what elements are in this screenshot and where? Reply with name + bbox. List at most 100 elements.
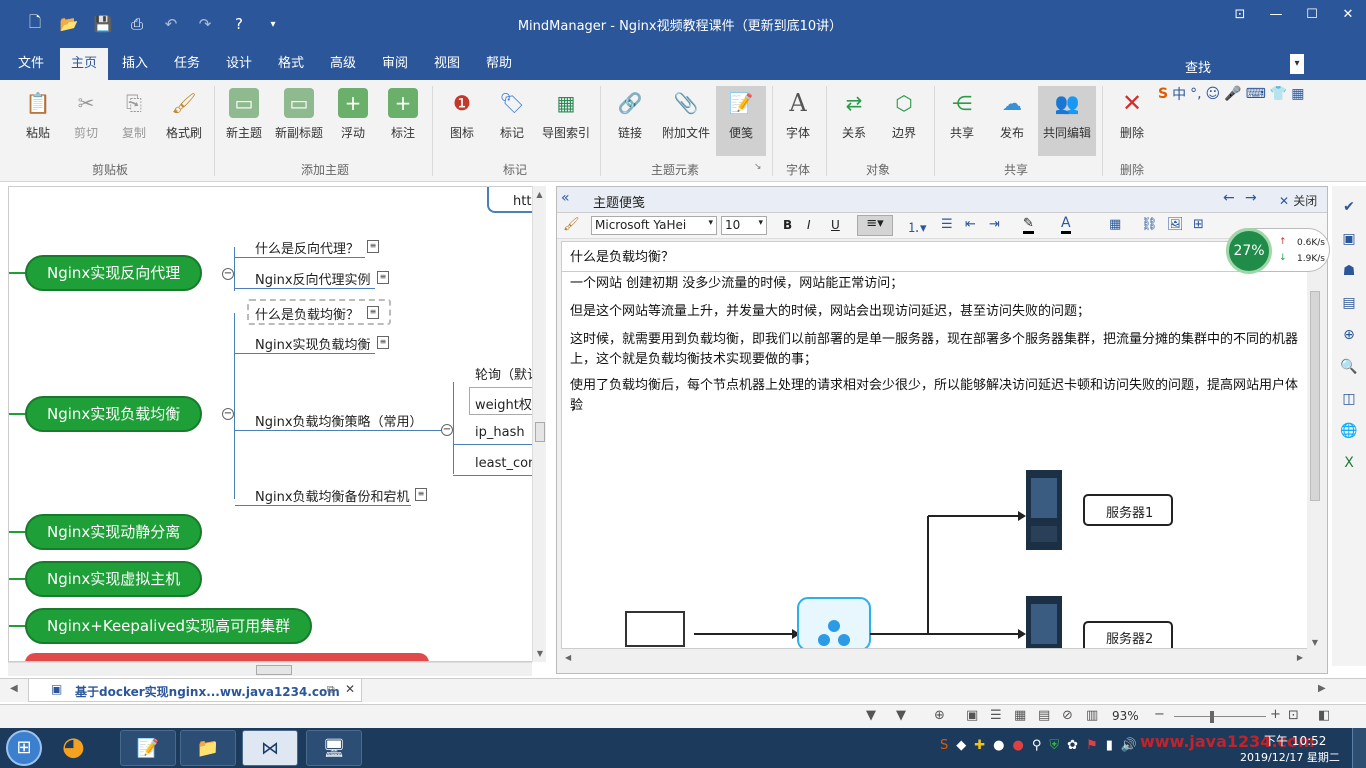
green-tray-icon[interactable]: ●	[993, 738, 1004, 753]
subtopic-lb-backup[interactable]: Nginx负载均衡备份和宕机	[255, 486, 410, 505]
voice-icon[interactable]: 🎤	[1224, 86, 1241, 102]
ribbon-display-icon[interactable]: ⊡	[1222, 0, 1258, 28]
strategy-round-robin[interactable]: 轮询（默认	[475, 364, 540, 383]
tab-help[interactable]: 帮助	[478, 48, 520, 80]
main-topic-partial[interactable]	[25, 653, 429, 661]
new-topic-button[interactable]: ▭ 新主题	[222, 88, 266, 141]
mind-map-canvas[interactable]: htt Nginx实现反向代理 Nginx实现负载均衡 Nginx实现动静分离 …	[8, 186, 546, 662]
note-icon[interactable]: ≡	[377, 271, 389, 284]
collapse-load-balancing-icon[interactable]: −	[222, 408, 234, 420]
filter-icon[interactable]: ▼	[866, 708, 876, 723]
undo-icon[interactable]: ↶	[158, 11, 184, 37]
collapse-panel-icon[interactable]: «	[561, 190, 570, 206]
zoom-level[interactable]: 93%	[1112, 709, 1139, 723]
dialog-launcher-icon[interactable]: ↘	[754, 162, 762, 172]
highlight-color-icon[interactable]: ✎	[1023, 216, 1034, 234]
next-note-icon[interactable]: →	[1245, 190, 1257, 206]
cut-button[interactable]: ✂ 剪切	[66, 88, 106, 141]
minimize-button[interactable]: —	[1258, 0, 1294, 28]
map-horizontal-scrollbar[interactable]	[8, 662, 532, 676]
outline-view-icon[interactable]: ☰	[990, 708, 1002, 723]
bullet-list-icon[interactable]: ☰	[941, 217, 953, 232]
taskbar-app-notepad[interactable]: 📝	[120, 730, 176, 766]
panel-toggle-icon[interactable]: ◧	[1318, 708, 1330, 723]
close-tab-icon[interactable]: ✕	[345, 682, 355, 696]
font-button[interactable]: A 字体	[778, 88, 818, 141]
tag-button[interactable]: 🏷 标记	[492, 88, 532, 141]
tab-view[interactable]: 视图	[426, 48, 468, 80]
tab-scroll-right-icon[interactable]: ▶	[1318, 683, 1326, 694]
subtopic-lb-strategy[interactable]: Nginx负载均衡策略（常用）	[255, 411, 423, 430]
browser-icon[interactable]: 🌐	[1338, 420, 1360, 442]
main-topic-load-balancing[interactable]: Nginx实现负载均衡	[25, 396, 203, 432]
image-icon[interactable]: 🖼	[1167, 217, 1184, 232]
map-index-button[interactable]: ▦ 导图索引	[538, 88, 594, 141]
gantt-view-icon[interactable]: ▤	[1038, 708, 1050, 723]
notes-horizontal-scrollbar[interactable]: ◀ ▶	[561, 651, 1307, 667]
search-icon[interactable]: 🔍	[1338, 356, 1360, 378]
tab-advanced[interactable]: 高级	[322, 48, 364, 80]
delete-button[interactable]: ✕ 删除	[1110, 88, 1154, 141]
main-topic-keepalived[interactable]: Nginx+Keepalived实现高可用集群	[25, 608, 313, 644]
relationship-button[interactable]: ⇄ 关系	[834, 88, 874, 141]
paste-button[interactable]: 📋 粘贴	[18, 88, 58, 141]
main-topic-virtual-host[interactable]: Nginx实现虚拟主机	[25, 561, 203, 597]
strategy-least-conn[interactable]: least_con	[475, 456, 536, 471]
clock-date[interactable]: 2019/12/17 星期二	[1240, 749, 1340, 765]
note-icon[interactable]: ≡	[367, 240, 379, 253]
subtopic-reverse-proxy-example[interactable]: Nginx反向代理实例	[255, 269, 371, 288]
tab-format[interactable]: 格式	[270, 48, 312, 80]
usb-tray-icon[interactable]: ⚲	[1032, 738, 1042, 753]
collapse-strategy-icon[interactable]: −	[441, 424, 453, 436]
ime-chinese-icon[interactable]: 中	[1172, 84, 1186, 104]
tab-home[interactable]: 主页	[60, 48, 108, 80]
tab-scroll-left-icon[interactable]: ◀	[10, 683, 18, 694]
layout-view-icon[interactable]: ▣	[966, 708, 978, 723]
network-speed-widget[interactable]: 27% ↑ 0.6K/s ↓ 1.9K/s	[1226, 228, 1330, 274]
help-icon[interactable]: ?	[226, 11, 252, 37]
skin-icon[interactable]: 👕	[1270, 86, 1287, 102]
maximize-button[interactable]: ☐	[1294, 0, 1330, 28]
notes-editor[interactable]: 什么是负载均衡？ 一个网站 创建初期 没多少流量的时候，网站能正常访问； 但是这…	[561, 241, 1311, 649]
find-dropdown-icon[interactable]: ▾	[1290, 54, 1304, 74]
publish-button[interactable]: ☁ 发布	[992, 88, 1032, 141]
red-tray-icon[interactable]: ●	[1013, 738, 1024, 753]
show-desktop-button[interactable]	[1352, 728, 1366, 768]
main-topic-static-dynamic[interactable]: Nginx实现动静分离	[25, 514, 203, 550]
notes-vertical-scrollbar[interactable]: ▼	[1307, 241, 1323, 649]
strategy-weight[interactable]: weight权	[475, 394, 532, 413]
tab-file[interactable]: 文件	[10, 48, 52, 80]
font-color-icon[interactable]: A	[1061, 215, 1071, 234]
boundary-button[interactable]: ⬡ 边界	[884, 88, 924, 141]
link-view-icon[interactable]: ⊘	[1062, 708, 1073, 723]
close-notes-button[interactable]: ✕ 关闭	[1279, 192, 1317, 209]
shield-tray-icon[interactable]: ⛨	[1049, 738, 1059, 753]
subtopic-what-is-reverse-proxy[interactable]: 什么是反向代理？	[255, 238, 359, 257]
new-subtopic-button[interactable]: ▭ 新副标题	[272, 88, 326, 141]
share-button[interactable]: ⋲ 共享	[942, 88, 982, 141]
tab-task[interactable]: 任务	[166, 48, 208, 80]
note-icon[interactable]: ≡	[367, 306, 379, 319]
tab-insert[interactable]: 插入	[114, 48, 156, 80]
table-icon[interactable]: ▦	[1109, 217, 1121, 232]
punctuation-icon[interactable]: °,	[1190, 86, 1201, 102]
sogou-tray-icon[interactable]: S	[940, 738, 948, 753]
taskbar-app-mindmanager[interactable]: ⋈	[242, 730, 298, 766]
align-left-button[interactable]: ≡▾	[857, 215, 893, 236]
library-icon[interactable]: ☗	[1338, 260, 1360, 282]
main-topic-reverse-proxy[interactable]: Nginx实现反向代理	[25, 255, 203, 291]
calendar-view-icon[interactable]: ▦	[1014, 708, 1026, 723]
print-icon[interactable]: ⎙	[124, 11, 150, 37]
tab-review[interactable]: 审阅	[374, 48, 416, 80]
note-icon[interactable]: ≡	[377, 336, 389, 349]
map-parts-icon[interactable]: ▣	[1338, 228, 1360, 250]
clock-time[interactable]: 下午 10:52	[1264, 732, 1326, 749]
copy-button[interactable]: ⎘ 复制	[114, 88, 154, 141]
slides-view-icon[interactable]: ▥	[1086, 708, 1098, 723]
collapse-reverse-proxy-icon[interactable]: −	[222, 268, 234, 280]
float-tab-icon[interactable]: ⧉	[327, 683, 335, 697]
taskbar-app-remote[interactable]: 🖥	[306, 730, 362, 766]
toolbox-icon[interactable]: ▦	[1291, 86, 1304, 102]
save-icon[interactable]: 💾	[90, 11, 116, 37]
tab-design[interactable]: 设计	[218, 48, 260, 80]
